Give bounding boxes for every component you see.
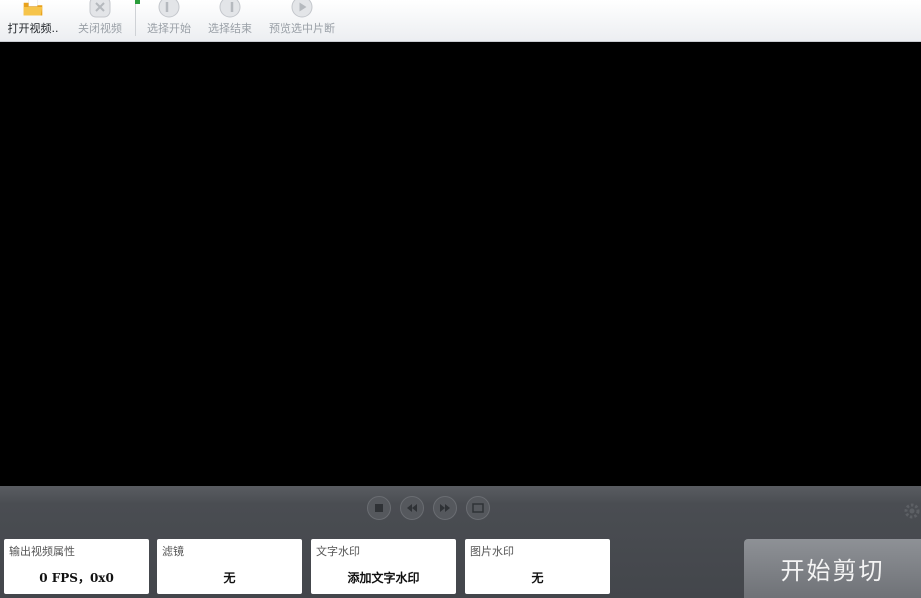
toolbar: 打开视频.. 关闭视频 选择开始 选择结束 预览选中片断 bbox=[0, 0, 921, 42]
filter-card[interactable]: 滤镜 无 bbox=[157, 539, 302, 594]
start-cut-label: 开始剪切 bbox=[780, 557, 885, 585]
stop-icon bbox=[375, 504, 383, 512]
image-watermark-title: 图片水印 bbox=[470, 545, 514, 558]
output-properties-value: 0 FPS，0x0 bbox=[39, 571, 114, 585]
video-preview-area[interactable] bbox=[0, 42, 921, 486]
text-watermark-card[interactable]: 文字水印 添加文字水印 bbox=[311, 539, 456, 594]
preview-segment-button[interactable]: 预览选中片断 bbox=[264, 0, 340, 41]
screen-icon bbox=[472, 503, 484, 513]
open-video-label: 打开视频.. bbox=[7, 22, 59, 35]
select-end-label: 选择结束 bbox=[208, 22, 252, 35]
close-video-label: 关闭视频 bbox=[78, 22, 122, 35]
stop-button[interactable] bbox=[367, 496, 391, 520]
select-start-button[interactable]: 选择开始 bbox=[142, 0, 196, 41]
settings-button[interactable] bbox=[903, 502, 921, 520]
toolbar-separator bbox=[135, 2, 136, 36]
preview-segment-label: 预览选中片断 bbox=[269, 22, 335, 35]
open-video-button[interactable]: 打开视频.. bbox=[0, 0, 66, 41]
gear-icon bbox=[904, 503, 920, 519]
image-watermark-card[interactable]: 图片水印 无 bbox=[465, 539, 610, 594]
select-start-label: 选择开始 bbox=[147, 22, 191, 35]
image-watermark-value: 无 bbox=[531, 571, 544, 585]
close-video-button[interactable]: 关闭视频 bbox=[72, 0, 128, 41]
folder-icon bbox=[22, 0, 44, 18]
select-end-icon bbox=[219, 0, 241, 18]
start-cut-button[interactable]: 开始剪切 bbox=[744, 539, 921, 598]
rewind-icon bbox=[407, 504, 417, 512]
filter-title: 滤镜 bbox=[162, 545, 184, 558]
text-watermark-value: 添加文字水印 bbox=[347, 571, 420, 585]
select-start-icon bbox=[158, 0, 180, 18]
filter-value: 无 bbox=[223, 571, 236, 585]
text-watermark-title: 文字水印 bbox=[316, 545, 360, 558]
select-end-button[interactable]: 选择结束 bbox=[203, 0, 257, 41]
forward-button[interactable] bbox=[433, 496, 457, 520]
preview-icon bbox=[291, 0, 313, 18]
rewind-button[interactable] bbox=[400, 496, 424, 520]
output-properties-title: 输出视频属性 bbox=[9, 545, 75, 558]
selection-marker bbox=[135, 0, 140, 4]
video-cutter-window: 打开视频.. 关闭视频 选择开始 选择结束 预览选中片断 输出视频属性 0 FP… bbox=[0, 0, 921, 598]
screen-button[interactable] bbox=[466, 496, 490, 520]
close-video-icon bbox=[89, 0, 111, 18]
forward-icon bbox=[440, 504, 450, 512]
output-properties-card[interactable]: 输出视频属性 0 FPS，0x0 bbox=[4, 539, 149, 594]
